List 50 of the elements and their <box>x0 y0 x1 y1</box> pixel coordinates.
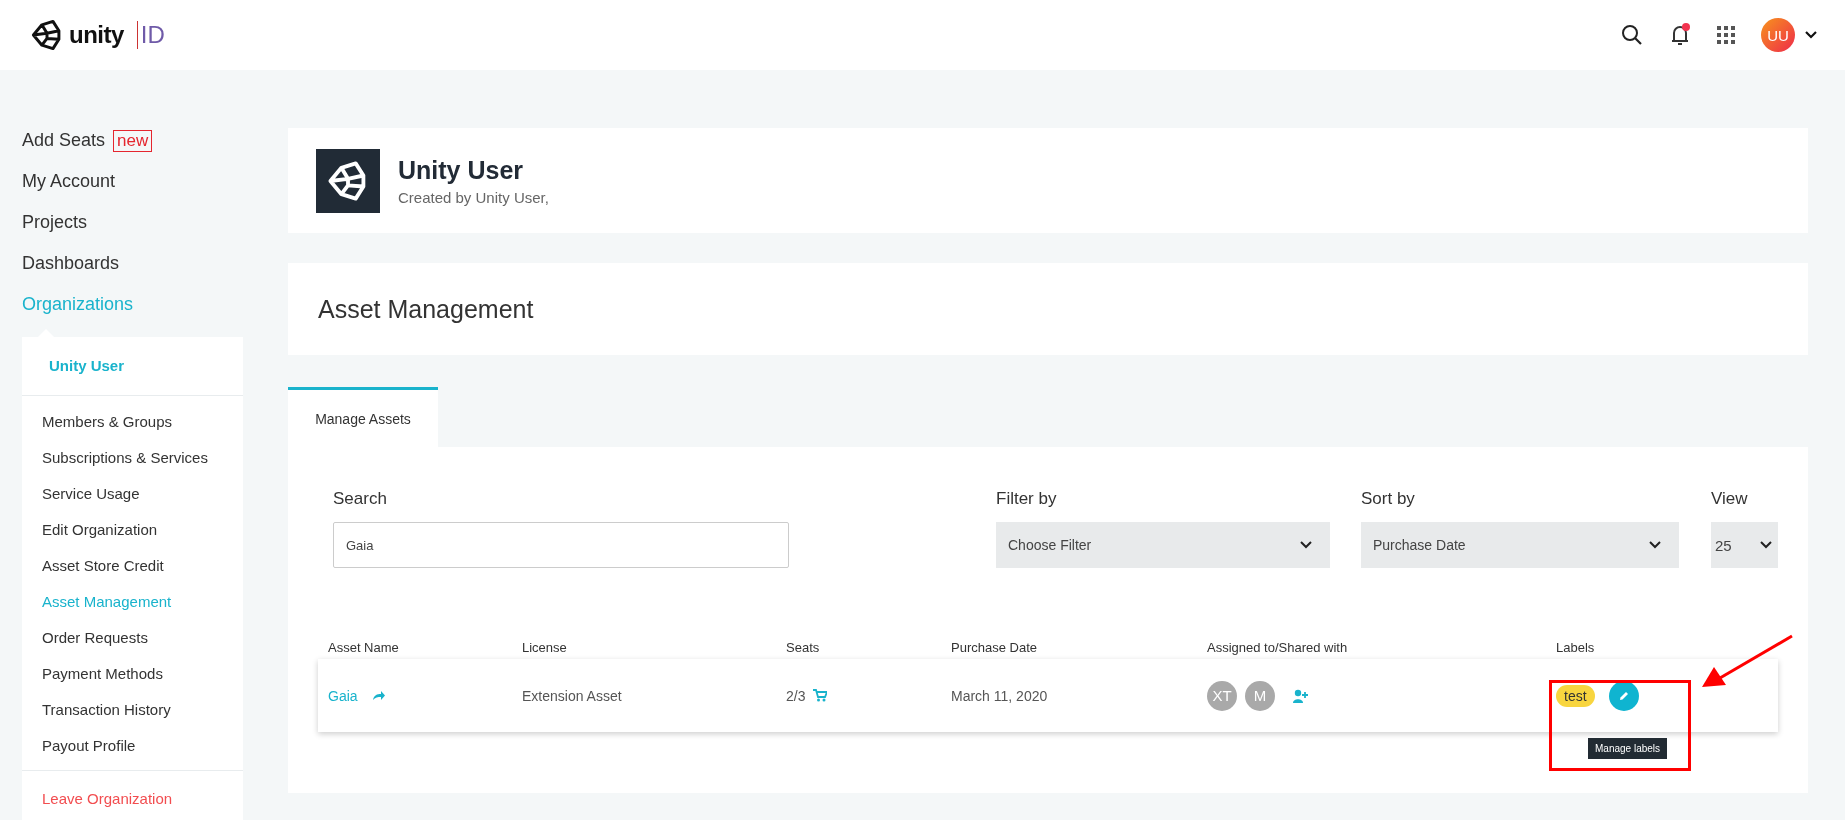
submenu-item[interactable]: Members & Groups <box>22 403 243 439</box>
search-icon[interactable] <box>1621 24 1643 46</box>
column-header: License <box>522 639 568 655</box>
created-by-text: Created by Unity User, <box>398 188 549 206</box>
purchase-date: March 11, 2020 <box>951 687 1049 704</box>
column-header: Assigned to/Shared with <box>1207 639 1349 655</box>
sort-dropdown[interactable]: Purchase Date <box>1361 522 1679 568</box>
submenu-item[interactable]: Order Requests <box>22 619 243 655</box>
logo-suffix: ID <box>136 21 165 49</box>
license-text: Extension Asset <box>522 687 623 704</box>
column-header: Seats <box>786 639 821 655</box>
submenu-item[interactable]: Asset Store Credit <box>22 547 243 583</box>
search-field[interactable]: Gaia <box>333 522 789 568</box>
field-label: Sort by <box>1361 489 1416 509</box>
sidebar-item[interactable]: Dashboards <box>22 243 243 284</box>
tooltip: Manage labels <box>1588 738 1668 759</box>
label-tag: test <box>1556 684 1595 707</box>
field-label: View <box>1711 489 1749 509</box>
submenu-item[interactable]: Edit Organization <box>22 511 243 547</box>
logo-text: unity <box>69 21 124 49</box>
submenu-item[interactable]: Service Usage <box>22 475 243 511</box>
sidebar-item-label[interactable]: Add Seats <box>22 130 106 151</box>
user-initials-avatar: XT <box>1207 680 1237 711</box>
column-header: Asset Name <box>328 639 400 655</box>
submenu-item[interactable]: Payment Methods <box>22 655 243 691</box>
new-badge: new <box>113 129 153 152</box>
submenu-item[interactable]: Subscriptions & Services <box>22 439 243 475</box>
sidebar-item[interactable]: My Account <box>22 161 243 202</box>
view-count-dropdown[interactable]: 25 <box>1711 522 1778 568</box>
sidebar-item[interactable]: Projects <box>22 202 243 243</box>
filter-dropdown[interactable]: Choose Filter <box>996 522 1330 568</box>
tab[interactable]: Manage Assets <box>288 387 438 447</box>
seats-count: 2/3 <box>786 687 806 704</box>
chevron-down-icon <box>1760 541 1772 549</box>
leave-organization-link[interactable]: Leave Organization <box>22 771 243 820</box>
pencil-icon <box>1617 689 1630 702</box>
submenu-item[interactable]: Payout Profile <box>22 727 243 763</box>
organization-name: Unity User <box>398 155 525 185</box>
submenu-item[interactable]: Transaction History <box>22 691 243 727</box>
chevron-down-icon[interactable] <box>1805 31 1817 39</box>
page-title: Asset Management <box>288 263 1808 355</box>
chevron-down-icon <box>1649 541 1661 549</box>
user-initials-avatar: M <box>1245 680 1275 711</box>
column-header: Labels <box>1556 639 1596 655</box>
column-header: Purchase Date <box>951 639 1038 655</box>
field-label: Filter by <box>996 489 1058 509</box>
apps-grid-icon[interactable] <box>1717 26 1735 44</box>
chevron-down-icon <box>1300 541 1312 549</box>
field-label: Search <box>333 489 388 509</box>
notification-bell-icon[interactable] <box>1669 23 1691 47</box>
